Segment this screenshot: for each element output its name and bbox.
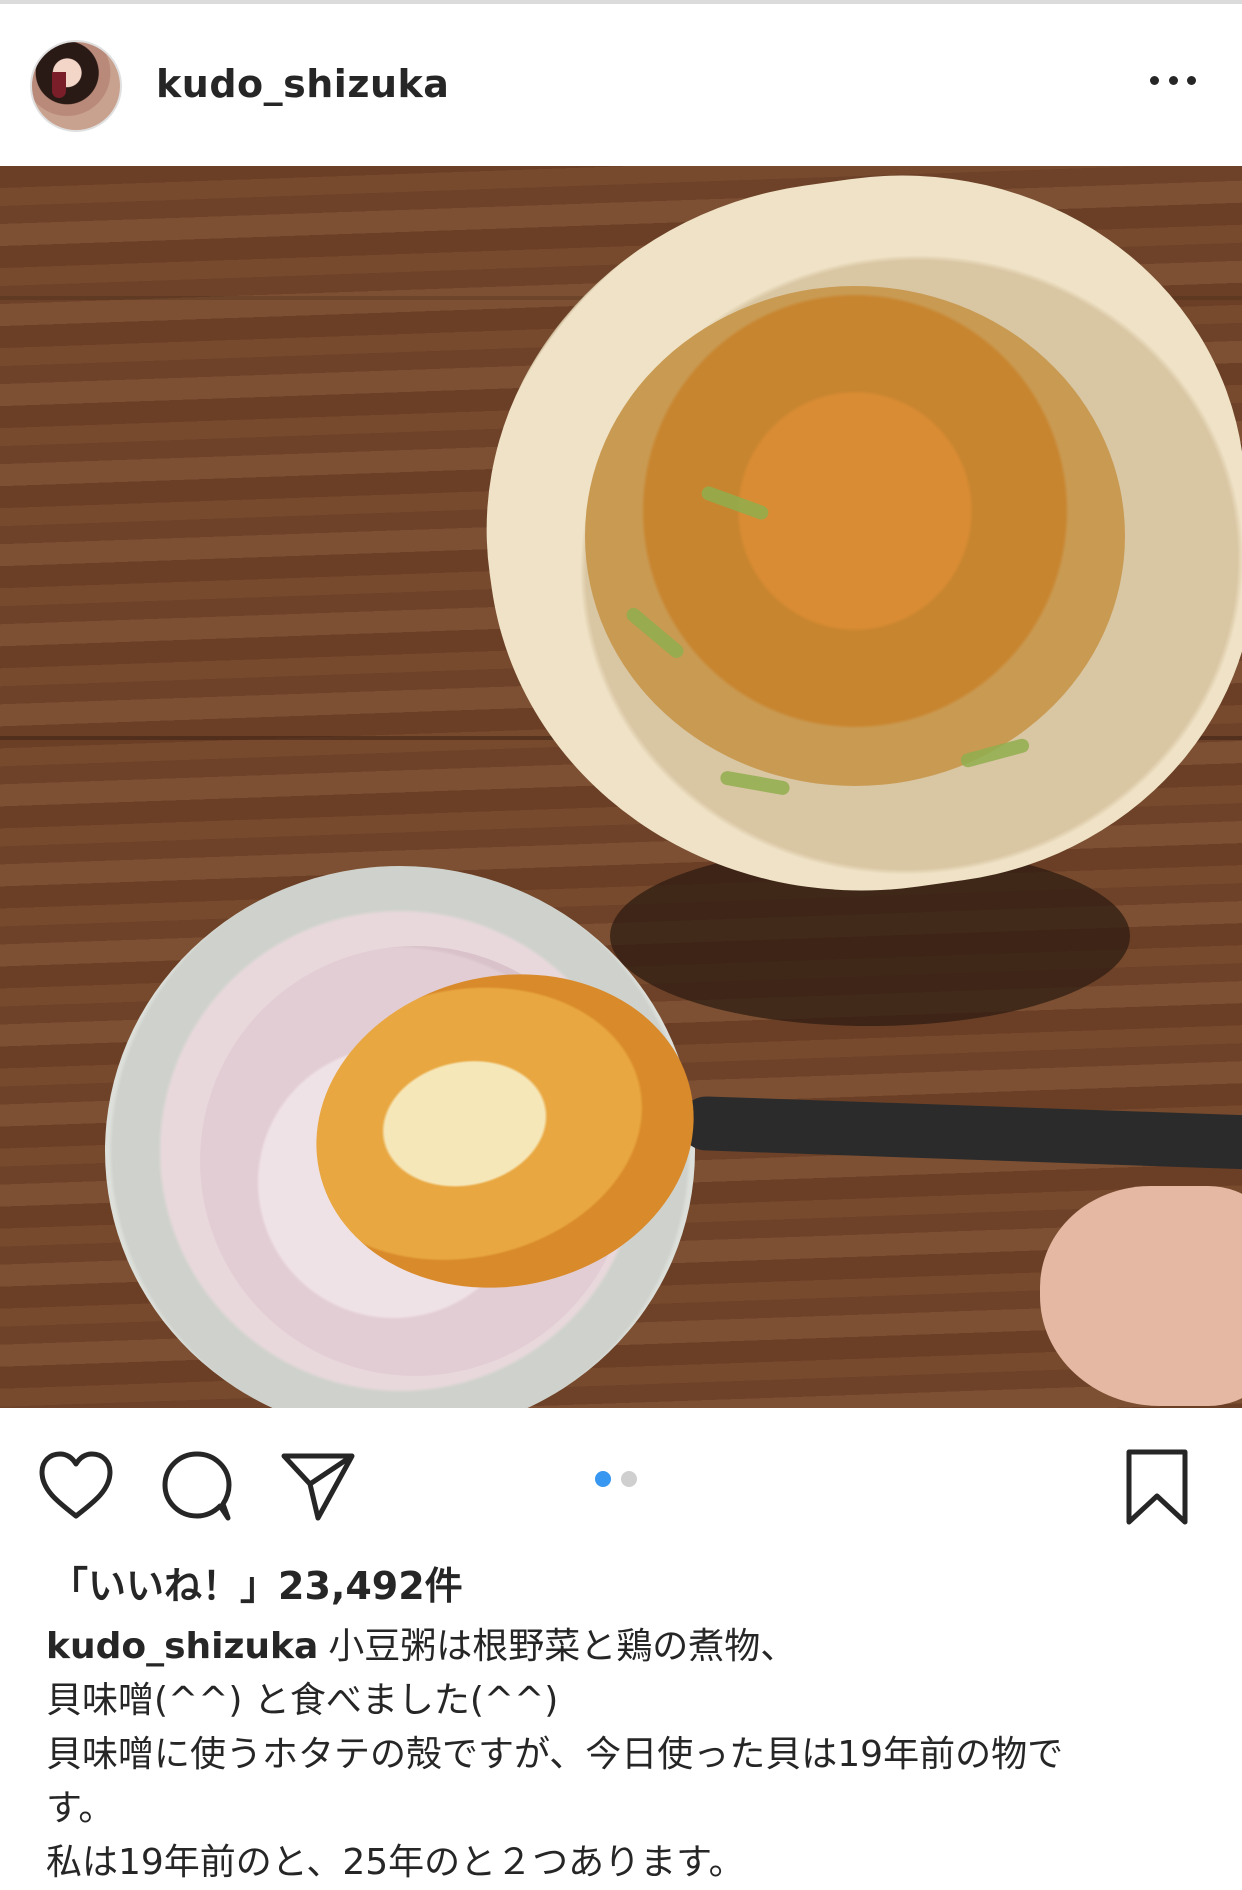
post-photo[interactable] xyxy=(0,166,1242,1408)
comment-bubble-icon xyxy=(162,1451,232,1521)
save-button[interactable] xyxy=(1124,1448,1190,1526)
carousel-dot-active xyxy=(595,1471,611,1487)
action-bar xyxy=(0,1408,1242,1558)
caption-line: す。 xyxy=(46,1788,115,1829)
carousel-indicator xyxy=(595,1471,637,1487)
comment-button[interactable] xyxy=(160,1450,236,1522)
likes-count[interactable]: 「いいね！」23,492件 xyxy=(50,1555,463,1610)
caption-line: 私は19年前のと、25年のと２つあります。 xyxy=(46,1842,745,1883)
share-button[interactable] xyxy=(280,1450,356,1522)
carousel-dot xyxy=(621,1471,637,1487)
bookmark-icon xyxy=(1126,1449,1188,1525)
caption-text: 小豆粥は根野菜と鶏の煮物、 xyxy=(328,1626,797,1667)
hand xyxy=(1040,1186,1242,1406)
caption-line: 貝味噌に使うホタテの殻ですが、今日使った貝は19年前の物で xyxy=(46,1734,1064,1775)
shell-miso-filling xyxy=(585,286,1125,786)
caption-line: 貝味噌(^^) と食べました(^^) xyxy=(46,1680,559,1721)
spoon-handle xyxy=(679,1095,1242,1171)
more-horizontal-icon xyxy=(1150,75,1159,85)
caption-username[interactable]: kudo_shizuka xyxy=(46,1626,318,1667)
more-options-button[interactable] xyxy=(1150,70,1196,90)
like-button[interactable] xyxy=(38,1450,114,1522)
post-header: kudo_shizuka xyxy=(0,4,1242,167)
username-link[interactable]: kudo_shizuka xyxy=(156,62,449,106)
more-dot xyxy=(1168,75,1178,85)
heart-icon xyxy=(39,1451,113,1519)
wine-glass-icon xyxy=(52,72,66,98)
caption-line: kudo_shizuka 小豆粥は根野菜と鶏の煮物、 xyxy=(46,1620,1206,1674)
paper-plane-icon xyxy=(281,1453,355,1521)
avatar[interactable] xyxy=(30,40,122,132)
caption: kudo_shizuka 小豆粥は根野菜と鶏の煮物、 貝味噌(^^) と食べました… xyxy=(46,1620,1206,1890)
more-dot xyxy=(1187,75,1196,85)
